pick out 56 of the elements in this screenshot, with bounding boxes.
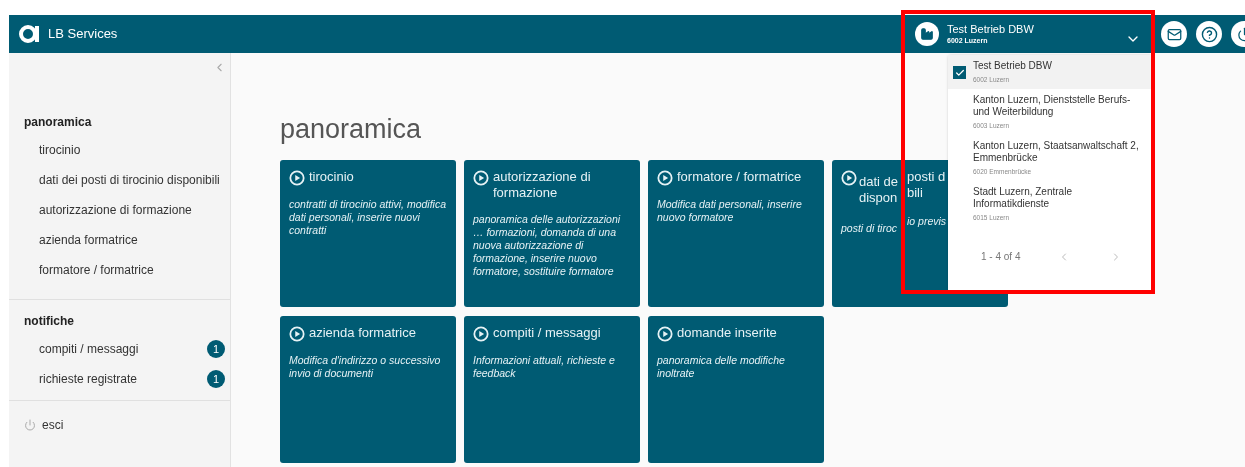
card-title: compiti / messaggi [493, 325, 601, 341]
overview-card[interactable]: compiti / messaggi Informazioni attuali, richieste e feedback [464, 316, 640, 463]
card-title: formatore / formatrice [677, 169, 802, 185]
card-title: dispon [859, 190, 898, 205]
factory-icon [915, 22, 939, 46]
play-icon [473, 170, 489, 186]
help-button[interactable] [1196, 21, 1222, 47]
card-title: azienda formatrice [309, 325, 416, 341]
play-icon [289, 170, 305, 186]
play-icon [289, 326, 305, 342]
count-badge: 1 [207, 340, 225, 358]
play-icon [657, 326, 673, 342]
overview-card[interactable]: tirocinio contratti di tirocinio attivi, modifica dati personali, inserire nuovi contratti [280, 160, 456, 307]
overview-card[interactable]: domande inserite panoramica delle modifiche inoltrate [648, 316, 824, 463]
card-description: contratti di tirocinio attivi, modifica dati personali, inserire nuovi contratti [289, 198, 447, 237]
sidebar-item[interactable]: autorizzazione di formazione [9, 195, 230, 225]
card-description: panoramica delle modifiche inoltrate [657, 354, 786, 380]
logout-link[interactable]: esci [42, 415, 64, 434]
logo-icon [19, 25, 41, 43]
sidebar-item[interactable]: formatore / formatrice [9, 255, 230, 285]
power-icon [24, 418, 36, 431]
page-title: panoramica [280, 113, 422, 146]
card-title: dati de [859, 174, 899, 189]
checkbox [953, 66, 966, 79]
card-description: posti di tiroc [841, 222, 898, 234]
sidebar-item[interactable]: tirocinio [9, 135, 230, 165]
card-description: Informazioni attuali, richieste e feedback [473, 354, 616, 380]
sidebar-item[interactable]: richieste registrate 1 [9, 364, 230, 394]
card-title: domande inserite [677, 325, 777, 341]
app-title: LB Services [48, 25, 118, 44]
section-heading: notifiche [23, 313, 75, 330]
card-description: io previs [907, 215, 947, 229]
card-title: tirocinio [309, 169, 354, 185]
card-description: panoramica delle autorizzazioni … formazioni, domanda di una nuova autorizzazione di formazione, inserire nuovo formatore, sostituire formatore [473, 213, 622, 278]
mail-icon [1166, 26, 1182, 42]
play-icon [473, 326, 489, 342]
help-icon [1200, 25, 1218, 43]
play-icon [841, 170, 857, 186]
card-title: autorizzazione di formazione [493, 169, 592, 201]
sidebar-item[interactable]: azienda formatrice [9, 225, 230, 255]
option-name: Test Betrieb DBW [973, 60, 1052, 72]
option-name: Kanton Luzern, Dienststelle Berufs- und Weiterbildung [973, 94, 1132, 118]
overview-card[interactable]: formatore / formatrice Modifica dati personali, inserire nuovo formatore [648, 160, 824, 307]
card-description: Modifica d'indirizzo o successivo invio di documenti [289, 354, 442, 380]
account-name: Test Betrieb DBW [947, 23, 1034, 36]
sidebar-item[interactable]: compiti / messaggi 1 [9, 334, 230, 364]
overview-card[interactable]: azienda formatrice Modifica d'indirizzo o successivo invio di documenti [280, 316, 456, 463]
section-heading: panoramica [23, 114, 93, 131]
card-title: bili [907, 185, 923, 201]
mail-button[interactable] [1161, 21, 1187, 47]
count-badge: 1 [207, 370, 225, 388]
card-title: posti d [907, 169, 946, 185]
card-description: Modifica dati personali, inserire nuovo formatore [657, 198, 803, 224]
play-icon [657, 170, 673, 186]
sidebar-item[interactable]: dati dei posti di tirocinio disponibili [9, 165, 230, 195]
overview-card[interactable]: autorizzazione di formazione panoramica delle autorizzazioni … formazioni, domanda di una nuova autorizzazione di formazione, inserire nuovo formatore, sostituire formatore [464, 160, 640, 307]
